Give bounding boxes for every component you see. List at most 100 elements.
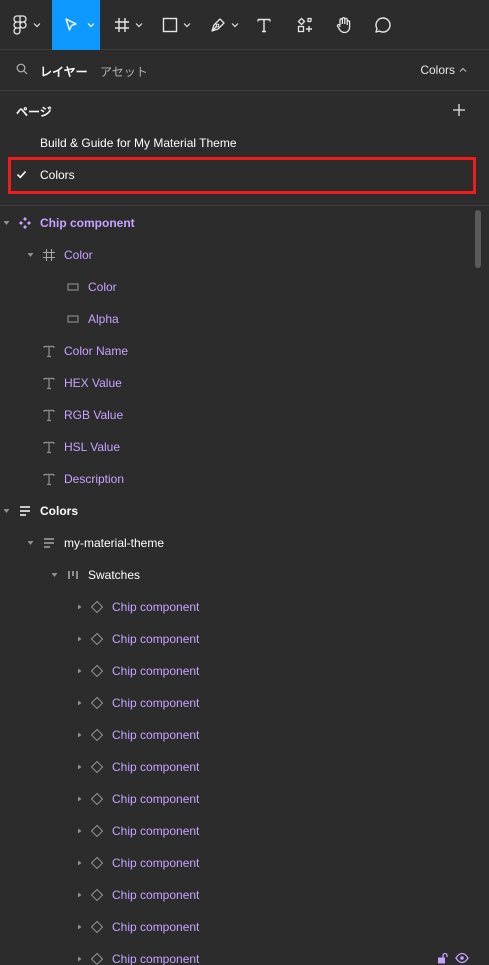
caret-right-icon[interactable] <box>76 860 83 866</box>
instance-icon <box>90 696 104 710</box>
layer-label: Chip component <box>112 696 200 710</box>
layer-row[interactable]: Chip component <box>0 751 472 783</box>
layer-row[interactable]: Color <box>0 239 472 271</box>
frame-icon <box>43 249 55 261</box>
autolayout-vertical-icon <box>20 506 30 516</box>
add-page-icon[interactable] <box>452 103 466 117</box>
page-item[interactable]: Build & Guide for My Material Theme <box>0 127 489 159</box>
toolbar <box>0 0 489 50</box>
caret-right-icon[interactable] <box>76 764 83 770</box>
text-icon <box>43 441 55 454</box>
layer-row[interactable]: RGB Value <box>0 399 472 431</box>
caret-down-icon[interactable] <box>27 540 34 546</box>
instance-icon <box>90 920 104 934</box>
layer-row[interactable]: Chip component <box>0 207 472 239</box>
layer-row[interactable]: Alpha <box>0 303 472 335</box>
chevron-down-icon <box>231 23 239 28</box>
layer-row[interactable]: HSL Value <box>0 431 472 463</box>
layer-row[interactable]: Colors <box>0 495 472 527</box>
layer-label: Chip component <box>112 952 200 965</box>
hand-tool-button[interactable] <box>330 0 358 50</box>
autolayout-vertical-icon <box>44 538 54 548</box>
layer-row[interactable]: Chip component <box>0 847 472 879</box>
chevron-down-icon <box>33 23 41 28</box>
layer-label: Chip component <box>112 728 200 742</box>
autolayout-horizontal-icon <box>68 571 78 579</box>
divider <box>0 205 489 206</box>
highlight-annotation <box>8 157 476 194</box>
move-tool-button[interactable] <box>52 0 100 50</box>
text-tool-button[interactable] <box>250 0 278 50</box>
panel-tabs: レイヤー アセット Colors <box>0 50 489 91</box>
resources-button[interactable] <box>290 0 320 50</box>
caret-right-icon[interactable] <box>76 796 83 802</box>
page-item-label: Build & Guide for My Material Theme <box>40 136 237 150</box>
layer-label: Chip component <box>112 632 200 646</box>
layer-label: Color Name <box>64 344 129 358</box>
layer-row[interactable]: Description <box>0 463 472 495</box>
row-actions <box>437 952 469 964</box>
caret-right-icon[interactable] <box>76 732 83 738</box>
instance-icon <box>90 664 104 678</box>
layer-row[interactable]: Chip component <box>0 943 472 965</box>
layer-label: Chip component <box>112 920 200 934</box>
layer-label: Chip component <box>112 792 200 806</box>
caret-right-icon[interactable] <box>76 636 83 642</box>
text-icon <box>43 473 55 486</box>
caret-down-icon[interactable] <box>51 572 58 578</box>
figma-menu-button[interactable] <box>0 0 50 50</box>
caret-right-icon[interactable] <box>76 700 83 706</box>
instance-icon <box>90 600 104 614</box>
tab-layers[interactable]: レイヤー <box>40 63 88 80</box>
layer-row[interactable]: Chip component <box>0 719 472 751</box>
instance-icon <box>90 856 104 870</box>
caret-down-icon[interactable] <box>3 220 10 226</box>
search-icon[interactable] <box>16 63 28 75</box>
chevron-down-icon <box>87 23 95 28</box>
layer-row[interactable]: Chip component <box>0 623 472 655</box>
pen-tool-button[interactable] <box>200 0 246 50</box>
caret-right-icon[interactable] <box>76 892 83 898</box>
layer-label: Chip component <box>112 760 200 774</box>
frame-hash-icon <box>115 18 129 32</box>
caret-right-icon[interactable] <box>76 956 83 962</box>
layer-label: Chip component <box>112 824 200 838</box>
layer-row[interactable]: Color <box>0 271 472 303</box>
layer-row[interactable]: Chip component <box>0 911 472 943</box>
layer-label: Color <box>88 280 117 294</box>
scrollbar-thumb[interactable] <box>475 210 481 268</box>
eye-icon[interactable] <box>455 952 469 964</box>
layer-label: my-material-theme <box>64 536 165 550</box>
caret-right-icon[interactable] <box>76 604 83 610</box>
page-switcher[interactable]: Colors <box>420 63 467 77</box>
instance-icon <box>90 792 104 806</box>
caret-down-icon[interactable] <box>27 252 34 258</box>
layer-label: Colors <box>40 504 79 518</box>
unlock-icon[interactable] <box>437 952 448 964</box>
layer-label: Description <box>64 472 125 486</box>
layer-label: Chip component <box>112 888 200 902</box>
layer-label: Chip component <box>112 856 200 870</box>
layer-row[interactable]: Chip component <box>0 687 472 719</box>
layer-row[interactable]: Chip component <box>0 815 472 847</box>
caret-right-icon[interactable] <box>76 828 83 834</box>
caret-down-icon[interactable] <box>3 508 10 514</box>
instance-icon <box>90 824 104 838</box>
tab-assets[interactable]: アセット <box>100 63 148 80</box>
comment-tool-button[interactable] <box>369 0 397 50</box>
layer-row[interactable]: my-material-theme <box>0 527 472 559</box>
layer-row[interactable]: Color Name <box>0 335 472 367</box>
shape-tool-button[interactable] <box>152 0 198 50</box>
frame-tool-button[interactable] <box>104 0 150 50</box>
instance-icon <box>90 952 104 965</box>
layer-row[interactable]: Chip component <box>0 591 472 623</box>
instance-icon <box>90 632 104 646</box>
layer-row[interactable]: Swatches <box>0 559 472 591</box>
layer-row[interactable]: HEX Value <box>0 367 472 399</box>
caret-right-icon[interactable] <box>76 668 83 674</box>
caret-right-icon[interactable] <box>76 924 83 930</box>
layer-row[interactable]: Chip component <box>0 783 472 815</box>
layer-row[interactable]: Chip component <box>0 879 472 911</box>
layer-label: Color <box>64 248 93 262</box>
layer-row[interactable]: Chip component <box>0 655 472 687</box>
